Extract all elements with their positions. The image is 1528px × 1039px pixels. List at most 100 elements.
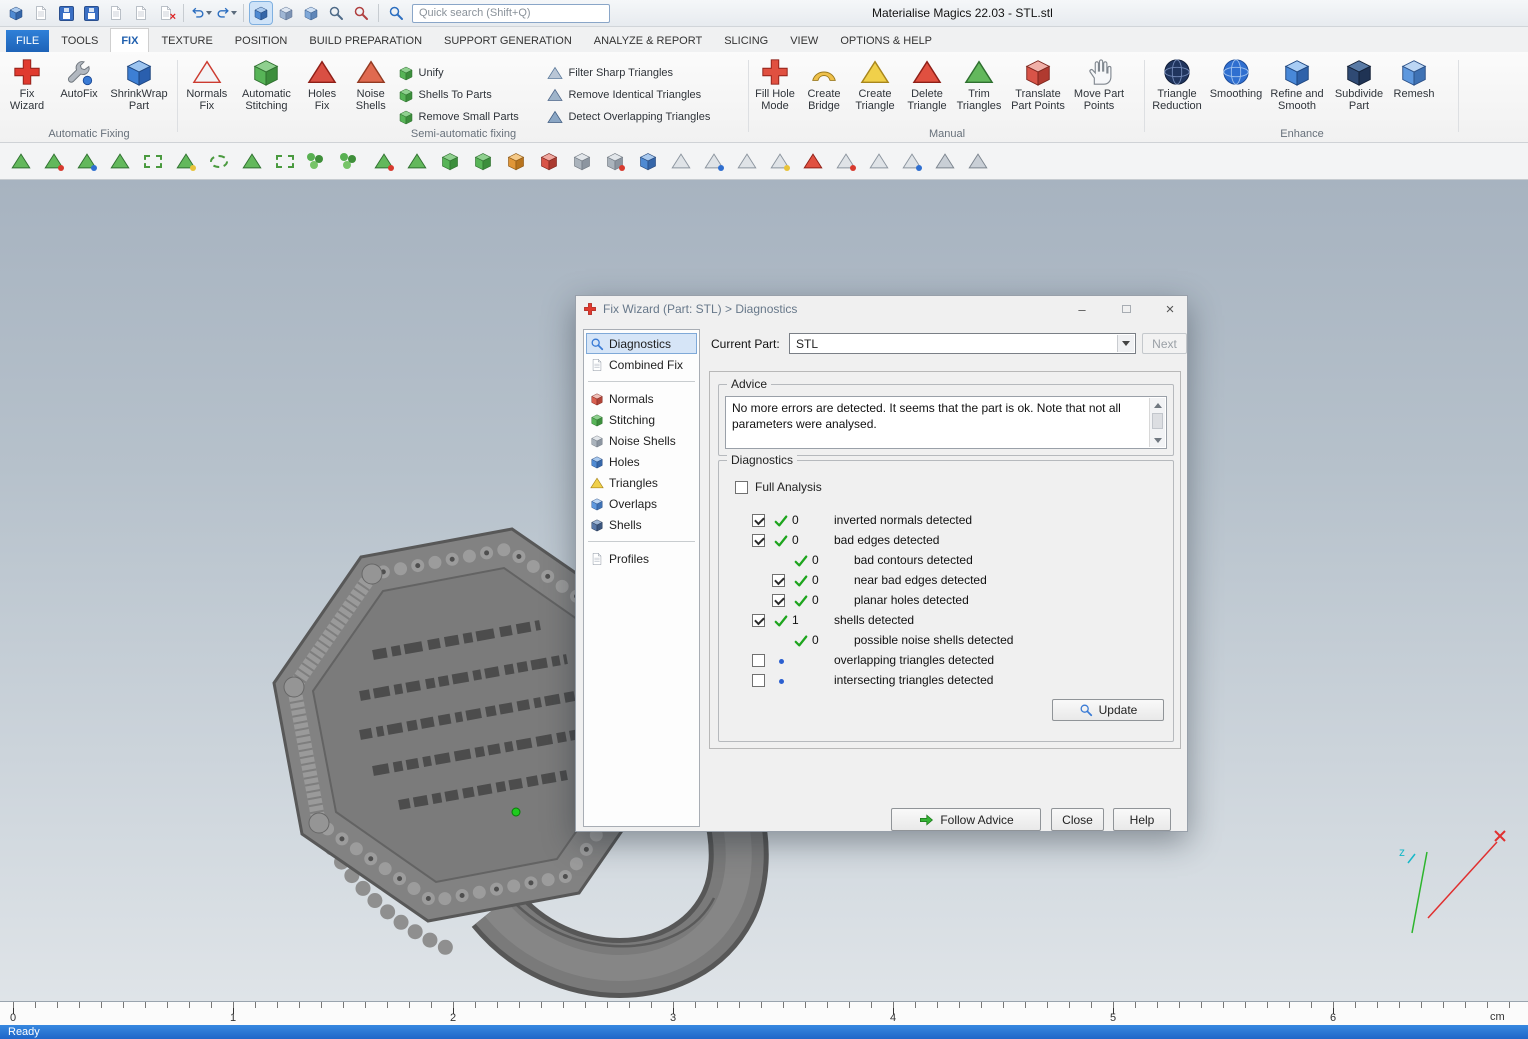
create-bridge-button[interactable]: Create Bridge	[801, 55, 847, 115]
noise-shells-button[interactable]: Noise Shells	[347, 55, 395, 115]
mark-connected-icon[interactable]	[305, 148, 331, 174]
tab-fix[interactable]: FIX	[110, 28, 149, 52]
hide-shell-icon[interactable]	[569, 148, 595, 174]
bridge-hole-icon[interactable]	[866, 148, 892, 174]
new-scene-icon[interactable]	[30, 2, 52, 24]
filter-sharp-triangles-button[interactable]: Filter Sharp Triangles	[547, 64, 746, 81]
tab-build-preparation[interactable]: BUILD PREPARATION	[299, 30, 432, 52]
mark-window-icon[interactable]	[140, 148, 166, 174]
update-button[interactable]: Update	[1052, 699, 1164, 721]
detect-overlapping-triangles-button[interactable]: Detect Overlapping Triangles	[547, 108, 746, 125]
shells-to-parts-button[interactable]: Shells To Parts	[398, 86, 545, 103]
close-button[interactable]: Close	[1051, 808, 1104, 831]
smoothing-button[interactable]: Smoothing	[1209, 55, 1263, 103]
help-button[interactable]: Help	[1113, 808, 1171, 831]
load-processor-icon[interactable]	[5, 2, 27, 24]
close-scene-icon[interactable]: ×	[155, 2, 177, 24]
row-checkbox[interactable]	[752, 514, 765, 527]
xray-view-icon[interactable]	[300, 2, 322, 24]
viewport-3d[interactable]: z Fix Wizard (Part: STL) > Diagnostics –…	[0, 180, 1528, 1001]
export-part-icon[interactable]	[130, 2, 152, 24]
row-checkbox[interactable]	[752, 614, 765, 627]
shell-to-part-icon[interactable]	[470, 148, 496, 174]
page-profiles[interactable]: Profiles	[586, 548, 697, 569]
automatic-stitching-button[interactable]: Automatic Stitching	[236, 55, 298, 115]
fix-wizard-dialog[interactable]: Fix Wizard (Part: STL) > Diagnostics – ×…	[575, 295, 1188, 832]
current-part-select[interactable]: STL	[789, 333, 1136, 354]
page-stitching[interactable]: Stitching	[586, 409, 697, 430]
unify-shell-icon[interactable]	[437, 148, 463, 174]
tab-file[interactable]: FILE	[6, 30, 49, 52]
orient-normals-icon[interactable]	[701, 148, 727, 174]
remove-small-parts-button[interactable]: Remove Small Parts	[398, 108, 545, 125]
triangle-reduction-button[interactable]: Triangle Reduction	[1148, 55, 1206, 115]
import-part-icon[interactable]	[105, 2, 127, 24]
close-icon[interactable]: ×	[1157, 299, 1183, 319]
next-button[interactable]: Next	[1142, 333, 1187, 354]
remesh-button[interactable]: Remesh	[1390, 55, 1438, 103]
invert-marking-icon[interactable]	[371, 148, 397, 174]
row-checkbox[interactable]	[772, 574, 785, 587]
full-analysis-checkbox[interactable]	[735, 481, 748, 494]
row-checkbox[interactable]	[772, 594, 785, 607]
mark-cluster-icon[interactable]	[338, 148, 364, 174]
redo-icon[interactable]	[215, 2, 237, 24]
fill-hole-icon[interactable]	[833, 148, 859, 174]
normals-fix-button[interactable]: Normals Fix	[181, 55, 233, 115]
clear-marking-icon[interactable]	[404, 148, 430, 174]
tab-options-help[interactable]: OPTIONS & HELP	[830, 30, 942, 52]
invert-normals-icon[interactable]	[668, 148, 694, 174]
refine-and-smooth-button[interactable]: Refine and Smooth	[1266, 55, 1328, 115]
save-all-icon[interactable]	[80, 2, 102, 24]
window-mark-icon[interactable]	[272, 148, 298, 174]
brush-mark-icon[interactable]	[239, 148, 265, 174]
move-part-points-button[interactable]: Move Part Points	[1072, 55, 1126, 115]
tab-slicing[interactable]: SLICING	[714, 30, 778, 52]
undo-icon[interactable]	[190, 2, 212, 24]
plane-cut-icon[interactable]	[965, 148, 991, 174]
search-input[interactable]	[412, 4, 610, 23]
maximize-icon[interactable]	[1113, 299, 1139, 319]
unmark-triangle-icon[interactable]	[41, 148, 67, 174]
measure-view-icon[interactable]	[350, 2, 372, 24]
tab-support-generation[interactable]: SUPPORT GENERATION	[434, 30, 582, 52]
delete-shell-icon[interactable]	[536, 148, 562, 174]
wireframe-view-icon[interactable]	[275, 2, 297, 24]
scroll-up-icon[interactable]	[1150, 398, 1165, 412]
delete-triangle-icon[interactable]	[800, 148, 826, 174]
fix-wizard-button[interactable]: Fix Wizard	[2, 55, 52, 115]
save-scene-icon[interactable]	[55, 2, 77, 24]
page-triangles[interactable]: Triangles	[586, 472, 697, 493]
fill-hole-mode-button[interactable]: Fill Hole Mode	[752, 55, 798, 115]
scroll-down-icon[interactable]	[1150, 433, 1165, 447]
tab-tools[interactable]: TOOLS	[51, 30, 108, 52]
sharp-triangle-icon[interactable]	[899, 148, 925, 174]
autofix-button[interactable]: AutoFix	[55, 55, 103, 103]
translate-part-points-button[interactable]: Translate Part Points	[1007, 55, 1069, 115]
search-options-icon[interactable]	[385, 2, 407, 24]
delete-triangle-button[interactable]: Delete Triangle	[903, 55, 951, 115]
shrinkwrap-part-button[interactable]: ShrinkWrap Part	[106, 55, 172, 115]
remove-identical-triangles-button[interactable]: Remove Identical Triangles	[547, 86, 746, 103]
follow-advice-button[interactable]: Follow Advice	[891, 808, 1041, 831]
page-holes[interactable]: Holes	[586, 451, 697, 472]
zoom-view-icon[interactable]	[325, 2, 347, 24]
unmark-plane-icon[interactable]	[107, 148, 133, 174]
tab-position[interactable]: POSITION	[225, 30, 298, 52]
page-overlaps[interactable]: Overlaps	[586, 493, 697, 514]
row-checkbox[interactable]	[752, 674, 765, 687]
page-combined-fix[interactable]: Combined Fix	[586, 354, 697, 375]
mark-shell-icon[interactable]	[173, 148, 199, 174]
freeform-mark-icon[interactable]	[206, 148, 232, 174]
active-shell-icon[interactable]	[503, 148, 529, 174]
tab-view[interactable]: VIEW	[780, 30, 828, 52]
unify-button[interactable]: Unify	[398, 64, 545, 81]
tab-analyze-report[interactable]: ANALYZE & REPORT	[584, 30, 712, 52]
subdivide-part-button[interactable]: Subdivide Part	[1331, 55, 1387, 115]
page-diagnostics[interactable]: Diagnostics	[586, 333, 697, 354]
page-normals[interactable]: Normals	[586, 388, 697, 409]
page-shells[interactable]: Shells	[586, 514, 697, 535]
page-noise-shells[interactable]: Noise Shells	[586, 430, 697, 451]
stitch-triangles-icon[interactable]	[734, 148, 760, 174]
row-checkbox[interactable]	[752, 534, 765, 547]
